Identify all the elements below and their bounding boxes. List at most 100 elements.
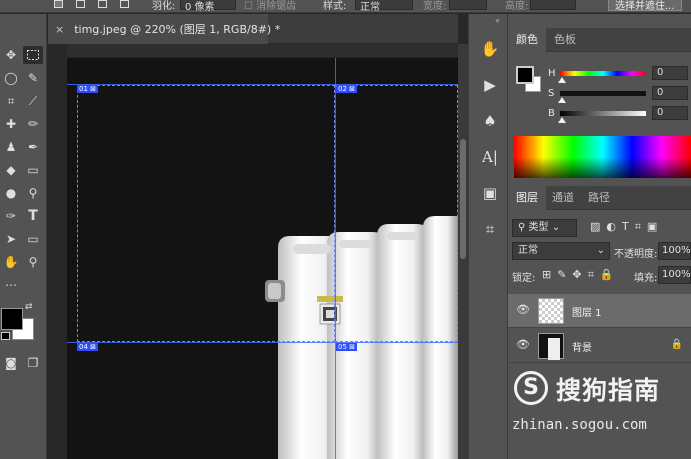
fill-input[interactable]: 100% <box>658 266 691 284</box>
color-spectrum[interactable] <box>514 136 691 178</box>
search-icon: ⚲ <box>518 222 526 233</box>
collapse-dock-icon[interactable]: « <box>495 16 500 25</box>
opacity-input[interactable]: 100% <box>658 242 691 260</box>
path-selection-tool-icon[interactable]: ➤ <box>1 230 21 248</box>
collapsed-panel-dock: « ✋ ▶ ♠ A| ▣ ⌗ <box>468 14 508 459</box>
lock-options-icons[interactable]: ⊞✎✥⌗🔒 <box>542 268 620 282</box>
slider-handle-icon[interactable] <box>558 117 566 123</box>
dodge-tool-icon[interactable]: ⚲ <box>23 184 43 202</box>
filter-label: 类型 <box>528 222 549 233</box>
layer-filter-select[interactable]: ⚲ 类型 ⌄ <box>512 219 577 237</box>
blend-mode-select[interactable]: 正常 ⌄ <box>512 242 610 260</box>
layer-thumbnail <box>538 298 564 324</box>
document-tab[interactable]: × timg.jpeg @ 220% (图层 1, RGB/8#) * <box>48 14 280 44</box>
blur-tool-icon[interactable]: ● <box>1 184 21 202</box>
width-input[interactable] <box>449 0 487 10</box>
slider-handle-icon[interactable] <box>558 97 566 103</box>
style-label: 样式: <box>323 1 347 12</box>
saturation-value[interactable]: 0 <box>652 86 688 100</box>
crop-tool-icon[interactable]: ⌗ <box>1 92 21 110</box>
antialias-checkbox[interactable]: ☐ 消除锯齿 <box>244 0 296 12</box>
slice-label: 04 ⊠ <box>77 343 99 351</box>
hue-slider[interactable] <box>560 71 646 76</box>
lock-label: 锁定: <box>512 273 536 284</box>
slice-label: 02 ⊠ <box>336 85 358 93</box>
right-panels: 颜色 色板 H 0 S 0 B 0 图层 通道 路径 ⚲ 类型 ⌄ ▨◐T⌗▣ … <box>508 14 691 459</box>
tab-layers[interactable]: 图层 <box>508 186 546 210</box>
vertical-scrollbar[interactable] <box>458 44 468 459</box>
type-tool-icon[interactable]: T <box>23 207 43 225</box>
layer-row[interactable]: 👁 图层 1 <box>508 294 691 328</box>
puppet-icon[interactable]: ✋ <box>479 38 501 60</box>
height-input[interactable] <box>530 0 576 10</box>
rectangular-marquee-tool-icon[interactable] <box>23 46 43 64</box>
close-tab-icon[interactable]: × <box>55 23 64 36</box>
pen-tool-icon[interactable]: ✑ <box>1 207 21 225</box>
more-tools-icon[interactable]: ⋯ <box>1 276 21 294</box>
layer-name: 背景 <box>572 343 592 354</box>
hue-value[interactable]: 0 <box>652 66 688 80</box>
slider-handle-icon[interactable] <box>558 77 566 83</box>
eraser-tool-icon[interactable]: ◆ <box>1 161 21 179</box>
saturation-slider[interactable] <box>560 91 646 96</box>
rectangle-tool-icon[interactable]: ▭ <box>23 230 43 248</box>
history-brush-tool-icon[interactable]: ✒ <box>23 138 43 156</box>
fill-label: 填充: <box>634 273 658 284</box>
healing-brush-tool-icon[interactable]: ✚ <box>1 115 21 133</box>
crop-panel-icon[interactable]: ⌗ <box>479 218 501 240</box>
hue-label: H <box>548 68 556 79</box>
brightness-value[interactable]: 0 <box>652 106 688 120</box>
quick-selection-tool-icon[interactable]: ✎ <box>23 69 43 87</box>
clone-source-icon[interactable]: ♠ <box>479 110 501 132</box>
horizontal-ruler <box>67 44 458 58</box>
tab-swatches[interactable]: 色板 <box>546 28 584 52</box>
color-panel-tabs: 颜色 色板 <box>508 28 691 52</box>
sogou-logo-icon: S <box>514 371 548 405</box>
3d-panel-icon[interactable]: ▣ <box>479 182 501 204</box>
new-selection-icon[interactable] <box>54 0 63 8</box>
slice-box[interactable] <box>77 85 335 342</box>
lock-icon: 🔒 <box>670 339 683 350</box>
chevron-down-icon: ⌄ <box>596 245 605 256</box>
hue-slider-row: H 0 <box>548 66 688 83</box>
play-actions-icon[interactable]: ▶ <box>479 74 501 96</box>
select-and-mask-button[interactable]: 选择并遮住... <box>608 0 682 12</box>
eye-icon[interactable]: 👁 <box>516 304 530 316</box>
eye-icon[interactable]: 👁 <box>516 339 530 351</box>
tab-color[interactable]: 颜色 <box>508 28 546 52</box>
clone-stamp-tool-icon[interactable]: ♟ <box>1 138 21 156</box>
layer-row[interactable]: 👁 背景 🔒 <box>508 329 691 363</box>
tab-channels[interactable]: 通道 <box>544 186 582 210</box>
height-label: 高度: <box>505 1 529 12</box>
tab-paths[interactable]: 路径 <box>580 186 618 210</box>
slice-label: 01 ⊠ <box>77 85 99 93</box>
lasso-tool-icon[interactable]: ◯ <box>1 69 21 87</box>
brightness-slider[interactable] <box>560 111 646 116</box>
width-label: 宽度: <box>423 1 447 12</box>
feather-input[interactable]: 0 像素 <box>180 0 236 12</box>
layer-filter-icons[interactable]: ▨◐T⌗▣ <box>590 220 663 234</box>
swap-colors-icon[interactable]: ⇄ <box>25 302 33 312</box>
foreground-color-swatch[interactable] <box>1 308 23 330</box>
character-panel-icon[interactable]: A| <box>479 146 501 168</box>
hand-tool-icon[interactable]: ✋ <box>1 253 21 271</box>
scrollbar-thumb[interactable] <box>460 139 466 259</box>
style-select[interactable]: 正常 <box>355 0 413 12</box>
add-selection-icon[interactable] <box>76 0 85 8</box>
slice-label: 05 ⊠ <box>336 343 358 351</box>
gradient-tool-icon[interactable]: ▭ <box>23 161 43 179</box>
brightness-label: B <box>548 108 555 119</box>
move-tool-icon[interactable]: ✥ <box>1 46 21 64</box>
saturation-label: S <box>548 88 555 99</box>
default-colors-icon[interactable] <box>1 332 10 340</box>
screen-mode-icon[interactable]: ❐ <box>23 354 43 372</box>
intersect-selection-icon[interactable] <box>120 0 129 8</box>
brush-tool-icon[interactable]: ✏ <box>23 115 43 133</box>
zoom-tool-icon[interactable]: ⚲ <box>23 253 43 271</box>
quick-mask-icon[interactable]: ◙ <box>1 354 21 372</box>
watermark-url: zhinan.sogou.com <box>512 417 647 433</box>
slice-box[interactable] <box>335 85 458 342</box>
eyedropper-tool-icon[interactable]: ⟋ <box>23 92 43 110</box>
panel-foreground-swatch[interactable] <box>516 66 534 84</box>
subtract-selection-icon[interactable] <box>98 0 107 8</box>
